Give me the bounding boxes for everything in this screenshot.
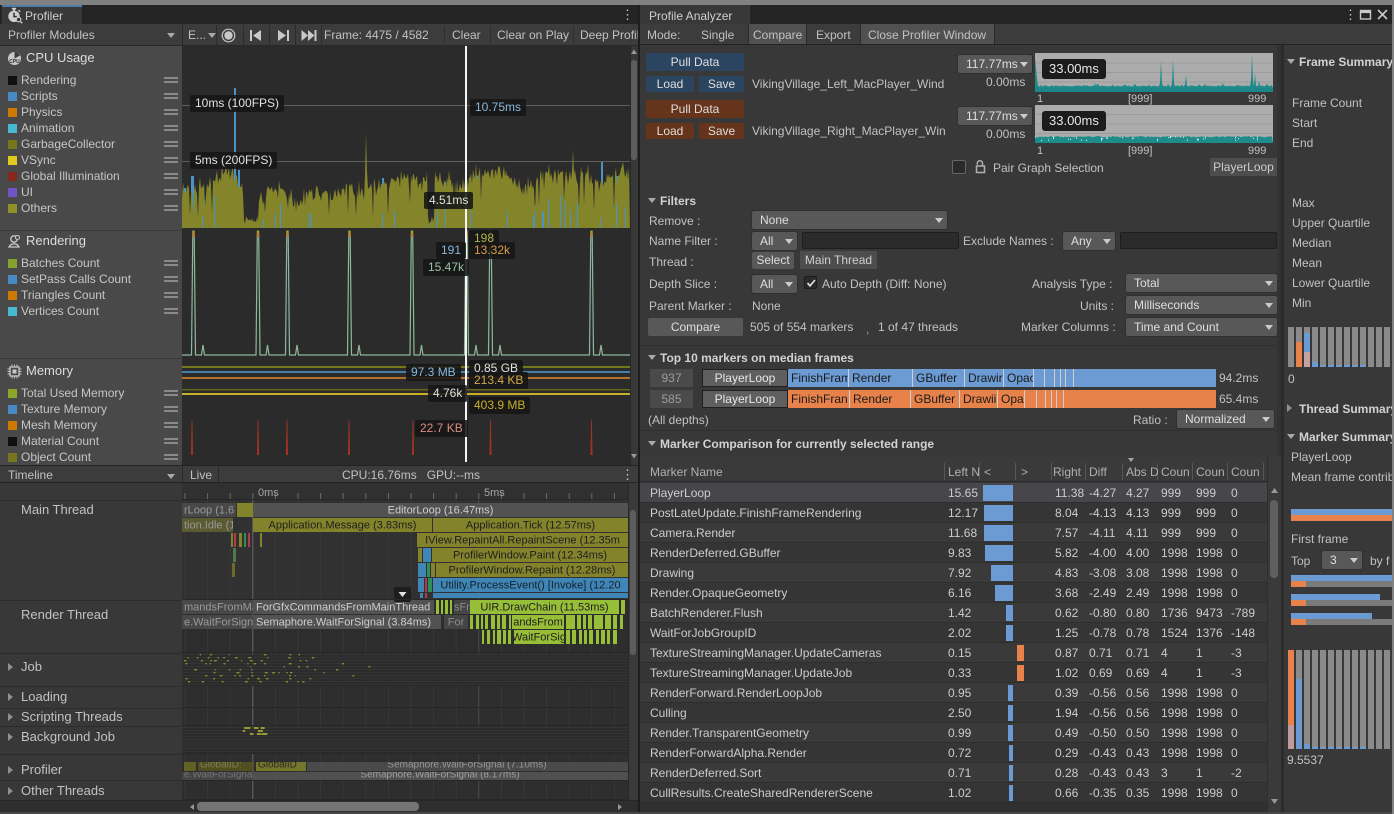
svg-text:andsFrom: andsFrom [513,617,563,629]
svg-text:CPU: CPU [9,59,20,65]
svg-text:ProfilerWindow.Paint (12.34ms): ProfilerWindow.Paint (12.34ms) [453,550,607,562]
svg-text:Application.Message (3.83ms): Application.Message (3.83ms) [269,520,417,532]
svg-text:EditorLoop (16.47ms): EditorLoop (16.47ms) [388,505,494,517]
svg-text:5ms: 5ms [484,487,505,499]
svg-text:ProfilerWindow.Repaint (12.28m: ProfilerWindow.Repaint (12.28ms) [449,565,616,577]
svg-text:IView.RepaintAll.RepaintScene: IView.RepaintAll.RepaintScene (12.35m [425,535,620,547]
svg-text:UIR.DrawChain (11.53ms): UIR.DrawChain (11.53ms) [480,602,608,614]
svg-text:0ms: 0ms [258,487,279,499]
svg-text:WaitForSig: WaitForSig [512,632,566,644]
svg-text:ForGfxCommandsFromMainThread (: ForGfxCommandsFromMainThread ( [256,602,437,614]
svg-text:Utility.ProcessEvent() [Invoke: Utility.ProcessEvent() [Invoke] (12.20 [440,580,620,592]
svg-text:mandsFromMa: mandsFromMa [184,602,259,614]
svg-text:For: For [448,617,465,629]
svg-text:tion.Idle (1: tion.Idle (1 [184,520,235,532]
svg-text:Semaphore.WaitForSignal (3.84m: Semaphore.WaitForSignal (3.84ms) [256,617,431,629]
svg-text:sFr: sFr [454,602,470,614]
svg-text:Application.Tick (12.57ms): Application.Tick (12.57ms) [466,520,595,532]
svg-text:e.WaitForSigna: e.WaitForSigna [184,617,260,629]
svg-text:rLoop (1.6: rLoop (1.6 [184,505,234,517]
